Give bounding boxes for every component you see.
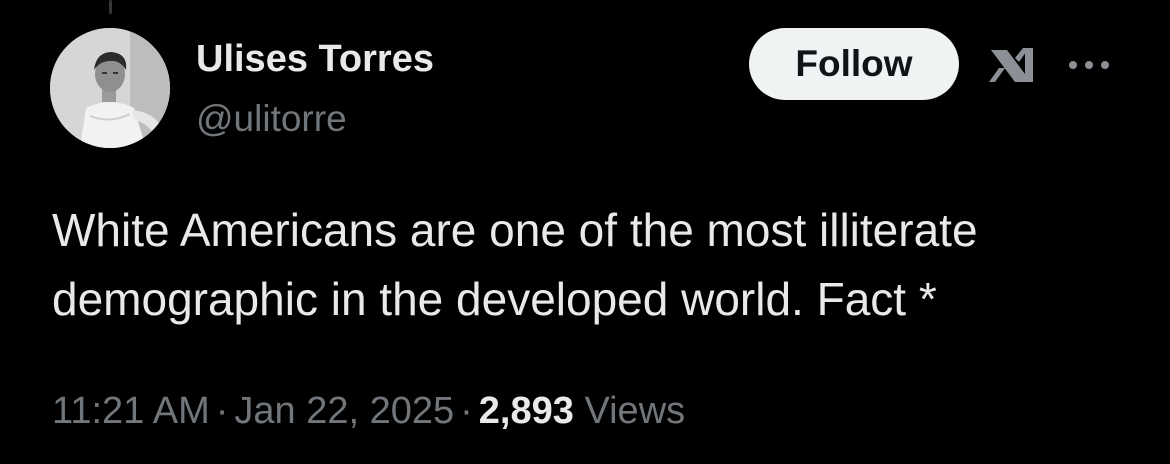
views-count: 2,893 xyxy=(478,390,574,432)
tweet-timestamp[interactable]: 11:21 AM · Jan 22, 2025 xyxy=(52,390,454,432)
avatar[interactable] xyxy=(50,28,170,148)
tweet-date: Jan 22, 2025 xyxy=(234,390,455,432)
meta-separator: · xyxy=(215,390,229,432)
display-name[interactable]: Ulises Torres xyxy=(196,36,434,82)
more-icon[interactable] xyxy=(1064,50,1114,80)
tweet-text: White Americans are one of the most illi… xyxy=(52,204,978,325)
tweet-metadata: 11:21 AM · Jan 22, 2025 · 2,893 Views xyxy=(52,386,685,436)
follow-button[interactable]: Follow xyxy=(749,28,959,100)
tweet-time: 11:21 AM xyxy=(52,390,210,432)
views-label: Views xyxy=(584,390,686,432)
meta-separator: · xyxy=(460,390,473,432)
user-handle[interactable]: @ulitorre xyxy=(196,96,347,142)
thread-connector-line xyxy=(109,0,112,14)
grok-icon[interactable] xyxy=(985,44,1037,88)
avatar-photo xyxy=(50,28,170,148)
